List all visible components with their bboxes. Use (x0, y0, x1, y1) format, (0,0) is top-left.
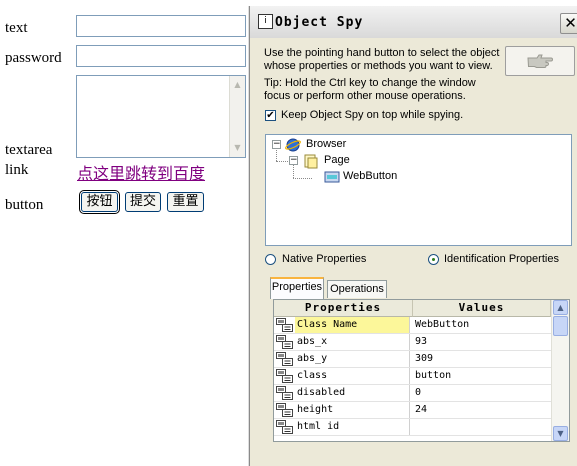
property-value: WebButton (415, 319, 470, 330)
title-bar[interactable]: i Object Spy ✕ (250, 6, 577, 38)
textarea-scrollbar[interactable]: ▲ ▼ (229, 76, 245, 157)
webbutton-icon (324, 171, 340, 183)
property-row[interactable]: height 24 (274, 402, 551, 419)
property-value: 24 (415, 404, 428, 415)
property-icon (276, 420, 293, 434)
object-hierarchy-tree[interactable]: − Browser − Page WebButton (265, 134, 572, 246)
identification-properties-label: Identification Properties (444, 253, 559, 265)
property-name: abs_y (295, 351, 410, 367)
password-input[interactable] (76, 45, 246, 67)
property-value: 0 (415, 387, 422, 398)
property-name: height (295, 402, 410, 418)
password-label: password (5, 50, 62, 66)
anniu-button[interactable]: 按钮 (79, 190, 120, 214)
text-label: text (5, 20, 28, 36)
submit-button[interactable]: 提交 (125, 192, 161, 212)
text-input[interactable] (76, 15, 246, 37)
property-icon (276, 318, 293, 332)
property-icon (276, 352, 293, 366)
native-properties-label: Native Properties (282, 253, 367, 265)
textarea-label: textarea (5, 142, 53, 158)
button-label: button (5, 197, 44, 213)
page-icon (304, 154, 318, 169)
tip-text: Tip: Hold the Ctrl key to change the win… (264, 77, 476, 102)
close-button[interactable]: ✕ (560, 13, 577, 34)
tree-item-webbutton[interactable]: WebButton (342, 170, 398, 182)
tab-properties[interactable]: Properties (270, 277, 324, 299)
keep-on-top-checkbox[interactable]: ✔ (265, 110, 276, 121)
properties-grid[interactable]: Properties Values Class Name WebButton abs… (273, 299, 570, 442)
scroll-thumb[interactable] (553, 316, 568, 336)
object-spy-window: i Object Spy ✕ Use the pointing hand but… (249, 6, 577, 466)
textarea-input[interactable]: ▲ ▼ (76, 75, 246, 158)
property-value: 309 (415, 353, 434, 364)
scroll-down-icon[interactable]: ▼ (553, 426, 568, 441)
property-name: abs_x (295, 334, 410, 350)
property-name: class (295, 368, 410, 384)
reset-button[interactable]: 重置 (167, 192, 204, 212)
identification-properties-radio[interactable] (428, 254, 439, 265)
scroll-up-icon[interactable]: ▲ (553, 300, 568, 315)
baidu-link[interactable]: 点这里跳转到百度 (77, 160, 205, 184)
tree-item-browser[interactable]: Browser (306, 138, 346, 150)
property-value: 93 (415, 336, 428, 347)
properties-column-header[interactable]: Properties (274, 300, 413, 317)
instructions-text: Use the pointing hand button to select t… (264, 47, 500, 72)
property-value: button (415, 370, 452, 381)
link-label: link (5, 162, 29, 178)
browser-icon (285, 138, 301, 152)
pointing-hand-button[interactable] (505, 46, 575, 76)
pointing-hand-icon (527, 54, 553, 68)
scroll-up-icon[interactable]: ▲ (230, 78, 245, 92)
native-properties-radio[interactable] (265, 254, 276, 265)
tab-operations[interactable]: Operations (327, 280, 387, 298)
window-title: Object Spy (275, 15, 364, 30)
scroll-down-icon[interactable]: ▼ (230, 141, 245, 155)
tree-item-page[interactable]: Page (324, 154, 350, 166)
close-icon: ✕ (564, 14, 577, 32)
property-name: disabled (295, 385, 410, 401)
property-row[interactable]: class button (274, 368, 551, 385)
property-icon (276, 369, 293, 383)
property-row[interactable]: disabled 0 (274, 385, 551, 402)
property-row[interactable]: html id (274, 419, 551, 436)
object-spy-app-icon: i (258, 14, 273, 29)
property-icon (276, 403, 293, 417)
property-name: html id (295, 419, 410, 435)
collapse-browser-icon[interactable]: − (272, 140, 281, 149)
property-icon (276, 386, 293, 400)
keep-on-top-label: Keep Object Spy on top while spying. (281, 109, 464, 121)
property-icon (276, 335, 293, 349)
property-value (413, 419, 551, 435)
property-row[interactable]: abs_y 309 (274, 351, 551, 368)
properties-scrollbar[interactable]: ▲ ▼ (551, 300, 569, 441)
property-row[interactable]: Class Name WebButton (274, 317, 551, 334)
values-column-header[interactable]: Values (413, 300, 551, 317)
collapse-page-icon[interactable]: − (289, 156, 298, 165)
property-row[interactable]: abs_x 93 (274, 334, 551, 351)
property-name: Class Name (295, 317, 410, 333)
